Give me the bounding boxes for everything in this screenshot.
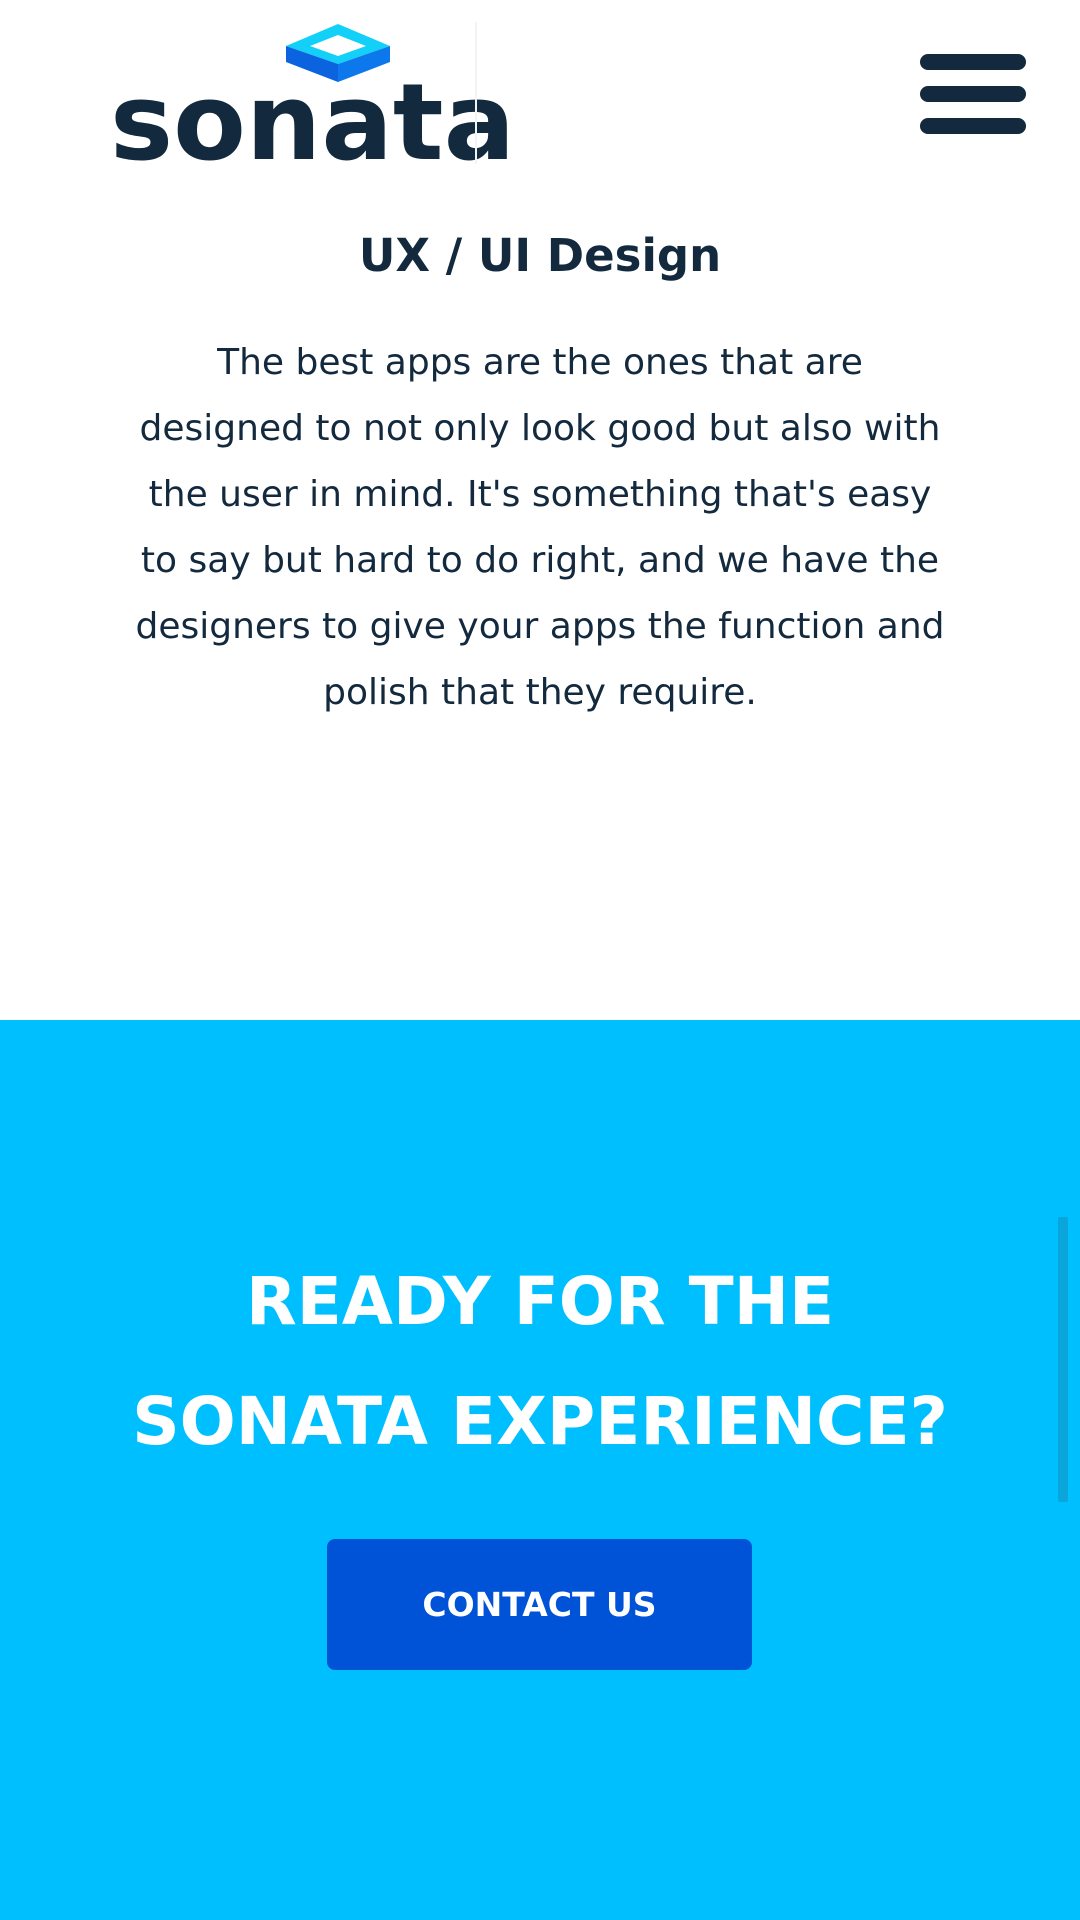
- page: sonata UX / UI Design The best apps are …: [0, 0, 1080, 1920]
- cta-heading-line-1: READY FOR THE: [245, 1263, 835, 1340]
- service-title: UX / UI Design: [358, 229, 722, 282]
- menu-bar-top: [920, 54, 1026, 70]
- service-section: UX / UI Design The best apps are the one…: [0, 190, 1080, 1020]
- logo-wordmark: sonata: [110, 61, 516, 184]
- contact-us-button[interactable]: CONTACT US: [327, 1539, 752, 1670]
- cta-heading-line-2: SONATA EXPERIENCE?: [132, 1383, 948, 1460]
- cta-section: READY FOR THE SONATA EXPERIENCE? CONTACT…: [0, 1020, 1080, 1920]
- menu-bar-bottom: [920, 118, 1026, 134]
- hamburger-menu-icon[interactable]: [920, 52, 1026, 136]
- cta-heading: READY FOR THE SONATA EXPERIENCE?: [0, 1242, 1080, 1482]
- menu-bar-middle: [920, 86, 1026, 102]
- service-description: The best apps are the ones that are desi…: [135, 342, 945, 713]
- header-divider: [475, 22, 477, 164]
- sonata-logo[interactable]: sonata: [110, 24, 515, 178]
- scrollbar-thumb[interactable]: [1058, 1217, 1068, 1502]
- site-header: sonata: [0, 0, 1080, 190]
